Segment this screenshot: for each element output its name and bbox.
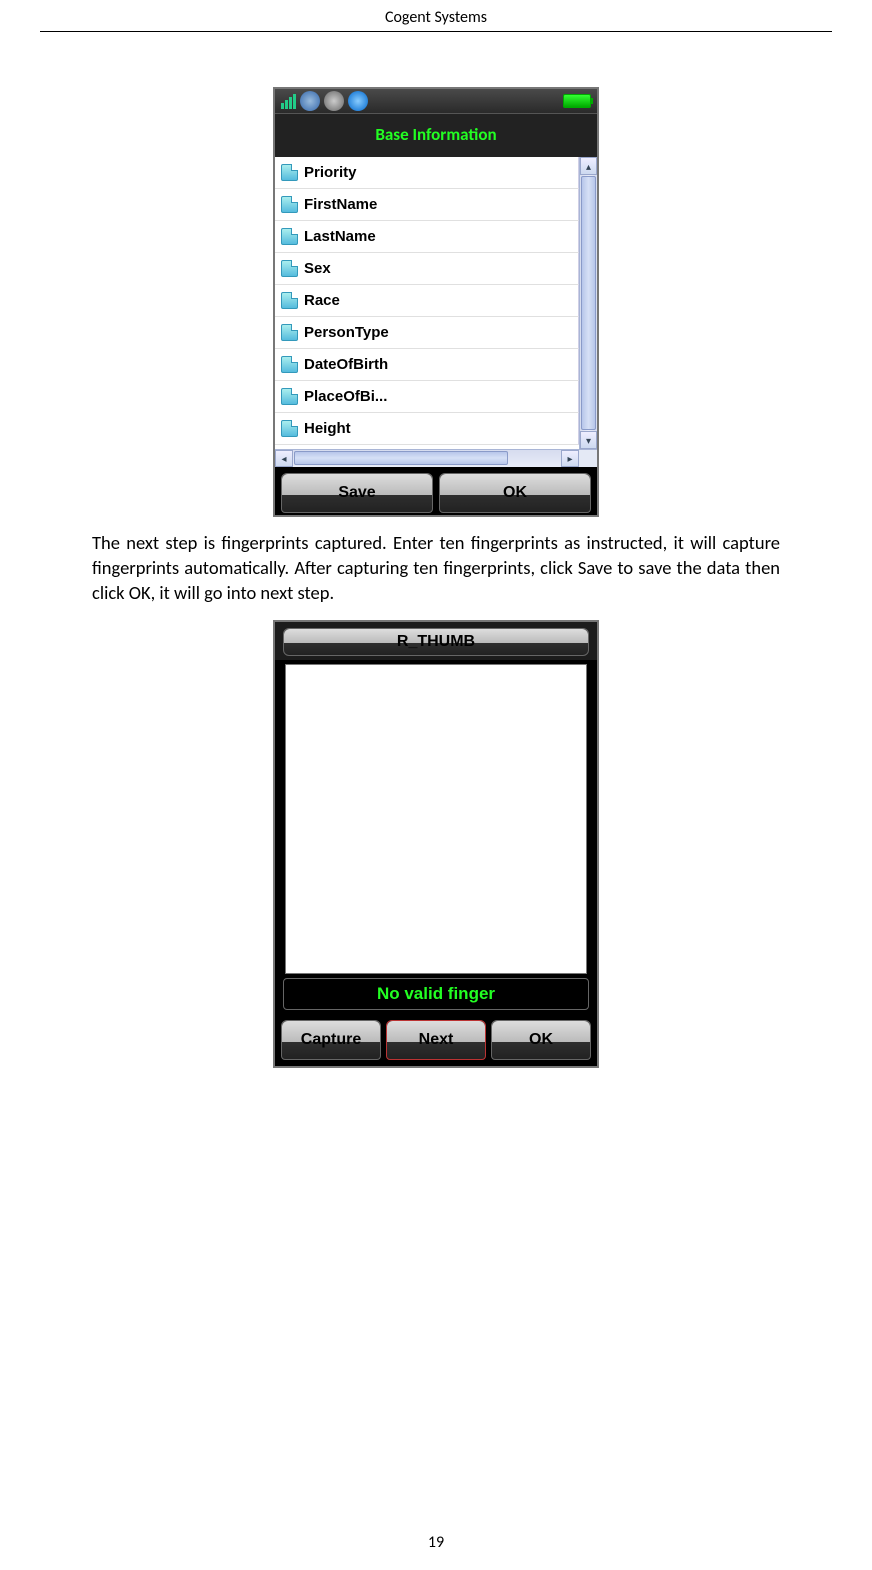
device-base-info: Base Information Priority FirstName Last… — [273, 87, 599, 517]
field-label: Priority — [304, 164, 357, 181]
scrollbar-thumb[interactable] — [294, 451, 508, 465]
list-item[interactable]: Sex — [275, 253, 579, 285]
list-item[interactable]: Race — [275, 285, 579, 317]
document-icon — [281, 196, 298, 213]
status-message: No valid finger — [283, 978, 589, 1010]
document-icon — [281, 260, 298, 277]
figure-fingerprint-capture: R_THUMB No valid finger Capture Next OK — [92, 620, 780, 1068]
document-icon — [281, 164, 298, 181]
horizontal-scrollbar[interactable]: ◂ ▸ — [275, 449, 597, 467]
document-icon — [281, 324, 298, 341]
list-item[interactable]: DateOfBirth — [275, 349, 579, 381]
field-label: Race — [304, 292, 340, 309]
figure-base-information: Base Information Priority FirstName Last… — [92, 87, 780, 517]
list-item[interactable]: FirstName — [275, 189, 579, 221]
page-header-title: Cogent Systems — [40, 0, 832, 32]
device-fingerprint: R_THUMB No valid finger Capture Next OK — [273, 620, 599, 1068]
field-label: FirstName — [304, 196, 377, 213]
bluetooth-icon — [348, 91, 368, 111]
page-number: 19 — [0, 1533, 872, 1552]
ok-button[interactable]: OK — [491, 1020, 591, 1060]
document-icon — [281, 228, 298, 245]
instruction-paragraph: The next step is fingerprints captured. … — [92, 531, 780, 606]
list-item[interactable]: PlaceOfBi... — [275, 381, 579, 413]
field-label: PersonType — [304, 324, 389, 341]
vertical-scrollbar[interactable]: ▴ ▾ — [579, 157, 597, 449]
fingerprint-preview — [285, 664, 587, 974]
field-label: Height — [304, 420, 351, 437]
field-label: DateOfBirth — [304, 356, 388, 373]
list-item[interactable]: Priority — [275, 157, 579, 189]
field-label: LastName — [304, 228, 376, 245]
scroll-down-icon[interactable]: ▾ — [580, 431, 597, 449]
screen-title: Base Information — [275, 114, 597, 157]
status-bar — [275, 89, 597, 114]
field-label: PlaceOfBi... — [304, 388, 387, 405]
scroll-up-icon[interactable]: ▴ — [580, 157, 597, 175]
scroll-left-icon[interactable]: ◂ — [275, 450, 293, 467]
document-icon — [281, 356, 298, 373]
battery-icon — [563, 94, 591, 108]
signal-icon — [281, 94, 296, 109]
document-icon — [281, 420, 298, 437]
list-item[interactable]: LastName — [275, 221, 579, 253]
globe-icon — [300, 91, 320, 111]
finger-title: R_THUMB — [283, 628, 589, 656]
field-label: Sex — [304, 260, 331, 277]
document-icon — [281, 388, 298, 405]
document-icon — [281, 292, 298, 309]
ok-button[interactable]: OK — [439, 473, 591, 513]
scrollbar-thumb[interactable] — [581, 176, 596, 430]
scroll-right-icon[interactable]: ▸ — [561, 450, 579, 467]
capture-button[interactable]: Capture — [281, 1020, 381, 1060]
list-item[interactable]: PersonType — [275, 317, 579, 349]
save-button[interactable]: Save — [281, 473, 433, 513]
next-button[interactable]: Next — [386, 1020, 486, 1060]
scrollbar-corner — [579, 450, 597, 467]
list-item[interactable]: Height — [275, 413, 579, 445]
antenna-icon — [324, 91, 344, 111]
